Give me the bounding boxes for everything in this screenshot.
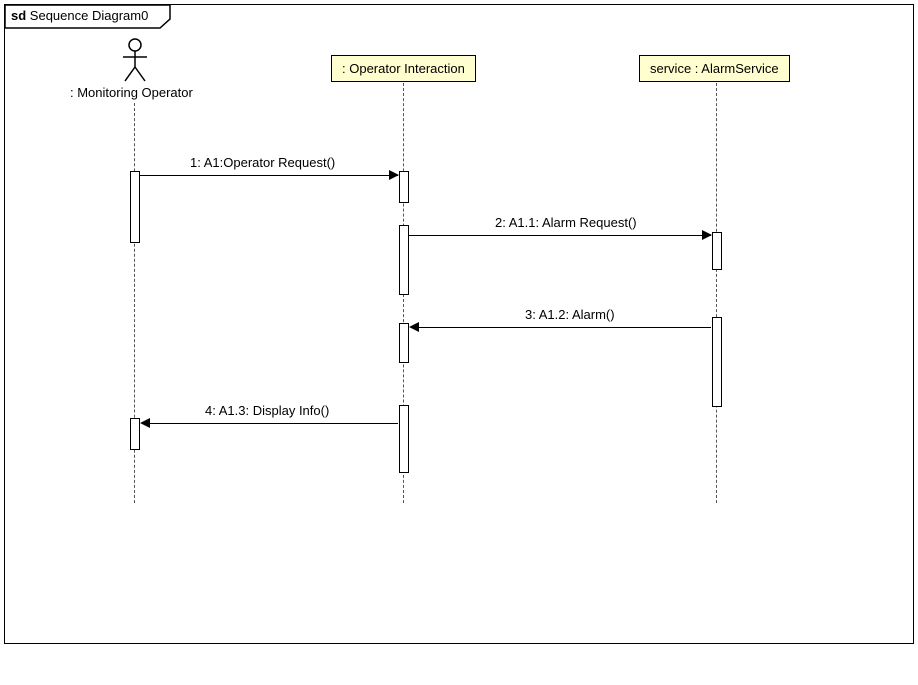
message-4-line bbox=[142, 423, 398, 424]
activation-service-1 bbox=[712, 232, 722, 270]
activation-interaction-1 bbox=[399, 171, 409, 203]
message-4-arrow bbox=[140, 418, 150, 428]
activation-interaction-2 bbox=[399, 225, 409, 295]
message-1-line bbox=[140, 175, 398, 176]
activation-interaction-4 bbox=[399, 405, 409, 473]
message-2-arrow bbox=[702, 230, 712, 240]
lifeline-line-service bbox=[716, 83, 717, 503]
sequence-diagram-frame: sd Sequence Diagram0 : Monitoring Operat… bbox=[4, 4, 914, 644]
activation-service-2 bbox=[712, 317, 722, 407]
activation-interaction-3 bbox=[399, 323, 409, 363]
message-3-line bbox=[411, 327, 711, 328]
message-3-label: 3: A1.2: Alarm() bbox=[525, 307, 615, 322]
message-2-label: 2: A1.1: Alarm Request() bbox=[495, 215, 637, 230]
message-2-line bbox=[409, 235, 711, 236]
frame-prefix: sd bbox=[11, 8, 26, 23]
activation-actor-2 bbox=[130, 418, 140, 450]
activation-actor-1 bbox=[130, 171, 140, 243]
lifeline-alarm-service: service : AlarmService bbox=[639, 55, 790, 82]
message-1-arrow bbox=[389, 170, 399, 180]
message-4-label: 4: A1.3: Display Info() bbox=[205, 403, 329, 418]
actor-label: : Monitoring Operator bbox=[70, 85, 193, 100]
frame-title: sd Sequence Diagram0 bbox=[11, 8, 148, 23]
frame-name: Sequence Diagram0 bbox=[30, 8, 149, 23]
message-1-label: 1: A1:Operator Request() bbox=[190, 155, 335, 170]
lifeline-operator-interaction: : Operator Interaction bbox=[331, 55, 476, 82]
message-3-arrow bbox=[409, 322, 419, 332]
actor-icon bbox=[120, 37, 150, 82]
